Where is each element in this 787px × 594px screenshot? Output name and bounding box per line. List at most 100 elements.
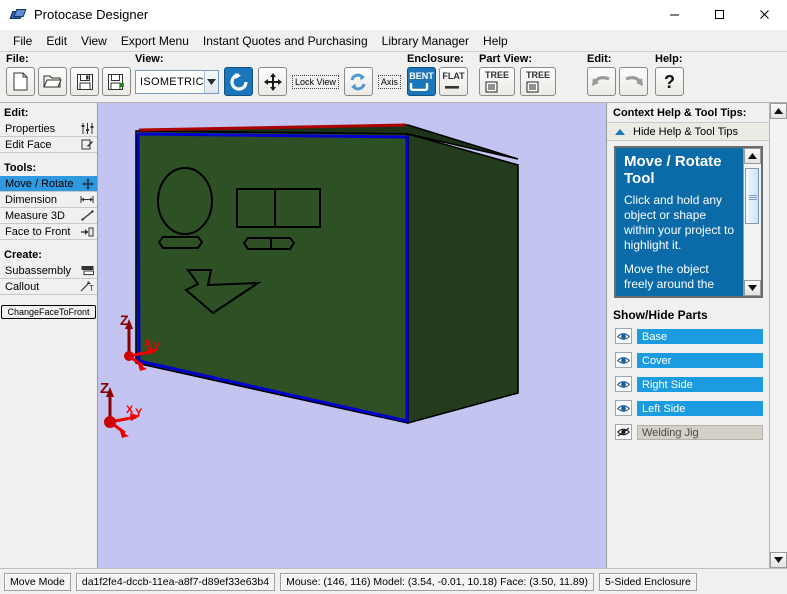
toolbar-group-help: Help: ? <box>653 52 684 103</box>
menu-file[interactable]: File <box>6 32 39 50</box>
tree-2-label: TREE <box>525 69 550 80</box>
hide-help-label: Hide Help & Tool Tips <box>633 125 738 138</box>
sidebar-item-face-to-front[interactable]: Face to Front <box>0 224 97 240</box>
lock-view-toggle[interactable]: Lock View <box>292 74 339 89</box>
question-mark-icon: ? <box>664 71 675 92</box>
eye-visible-icon[interactable] <box>615 352 632 368</box>
toolbar-help-label: Help: <box>655 53 683 65</box>
sidebar-item-edit-face[interactable]: Edit Face <box>0 137 97 153</box>
help-scroll-thumb[interactable] <box>745 168 759 224</box>
menu-library-manager[interactable]: Library Manager <box>375 32 476 50</box>
part-view-tree-2-button[interactable]: TREE <box>520 67 556 96</box>
toolbar-edit-label: Edit: <box>587 53 612 65</box>
menu-export[interactable]: Export Menu <box>114 32 196 50</box>
3d-viewport[interactable]: Z X Y Z X Y <box>98 103 607 568</box>
edit-face-icon <box>81 139 94 150</box>
status-mode: Move Mode <box>4 572 71 591</box>
panel-scroll-track[interactable] <box>770 119 787 552</box>
part-name-base[interactable]: Base <box>637 328 763 344</box>
sliders-icon <box>81 123 94 134</box>
part-row[interactable]: Base <box>607 328 769 344</box>
eye-visible-icon[interactable] <box>615 376 632 392</box>
menu-edit[interactable]: Edit <box>39 32 74 50</box>
sidebar-item-label: Dimension <box>5 193 57 206</box>
sidebar-tools-header: Tools: <box>4 162 37 174</box>
right-panel-scrollbar[interactable] <box>769 103 787 568</box>
view-orientation-value: ISOMETRIC <box>140 75 204 88</box>
toolbar-view-label: View: <box>135 53 164 65</box>
part-name-left-side[interactable]: Left Side <box>637 400 763 416</box>
close-icon[interactable] <box>742 0 787 30</box>
enclosure-bent-button[interactable]: BENT <box>407 67 436 96</box>
help-scroll-track[interactable] <box>744 164 761 280</box>
part-view-tree-1-button[interactable]: TREE <box>479 67 515 96</box>
redo-button[interactable] <box>619 67 648 96</box>
move-rotate-icon <box>82 177 94 190</box>
enclosure-flat-label: FLAT <box>442 71 465 81</box>
window-title: Protocase Designer <box>34 7 149 22</box>
sidebar-item-label: Move / Rotate <box>5 177 74 190</box>
right-panel: Context Help & Tool Tips: Hide Help & To… <box>607 103 787 568</box>
svg-text:X: X <box>144 338 152 350</box>
eye-visible-icon[interactable] <box>615 328 632 344</box>
help-button[interactable]: ? <box>655 67 684 96</box>
help-tip-paragraph-1: Click and hold any object or shape withi… <box>624 193 735 252</box>
left-sidebar: Edit: Properties Edit Face Tools: Move /… <box>0 103 98 568</box>
menu-instant-quotes[interactable]: Instant Quotes and Purchasing <box>196 32 375 50</box>
sidebar-item-move-rotate[interactable]: Move / Rotate <box>0 176 97 192</box>
maximize-icon[interactable] <box>697 0 742 30</box>
hide-help-toggle[interactable]: Hide Help & Tool Tips <box>607 122 769 141</box>
part-name-welding-jig[interactable]: Welding Jig <box>637 424 763 440</box>
menu-view[interactable]: View <box>74 32 114 50</box>
eye-hidden-icon[interactable] <box>615 424 632 440</box>
show-hide-parts-title: Show/Hide Parts <box>613 308 708 322</box>
callout-icon: T <box>80 281 94 292</box>
eye-visible-icon[interactable] <box>615 400 632 416</box>
application-window: Protocase Designer File Edit View Export… <box>0 0 787 594</box>
scroll-up-icon[interactable] <box>744 148 761 164</box>
sidebar-item-callout[interactable]: Callout T <box>0 279 97 295</box>
help-scrollbar[interactable] <box>743 148 761 296</box>
part-row[interactable]: Cover <box>607 352 769 368</box>
pan-view-button[interactable] <box>258 67 287 96</box>
refresh-view-button[interactable] <box>343 67 373 96</box>
chevron-up-icon <box>615 128 625 135</box>
part-name-right-side[interactable]: Right Side <box>637 376 763 392</box>
part-name-cover[interactable]: Cover <box>637 352 763 368</box>
part-row[interactable]: Welding Jig <box>607 424 769 440</box>
sidebar-item-subassembly[interactable]: Subassembly <box>0 263 97 279</box>
svg-text:Y: Y <box>135 407 143 419</box>
axis-toggle[interactable]: Axis <box>377 74 401 89</box>
menu-help[interactable]: Help <box>476 32 515 50</box>
open-file-button[interactable] <box>38 67 67 96</box>
help-tip-paragraph-2: Move the object freely around the <box>624 262 715 291</box>
help-tip-box: Move / Rotate Tool Click and hold any ob… <box>614 146 763 298</box>
sidebar-item-properties[interactable]: Properties <box>0 121 97 137</box>
svg-text:X: X <box>126 404 134 416</box>
new-file-button[interactable] <box>6 67 35 96</box>
chevron-down-icon <box>203 70 218 93</box>
sidebar-item-measure-3d[interactable]: Measure 3D <box>0 208 97 224</box>
status-bar: Move Mode da1f2fe4-dccb-11ea-a8f7-d89ef3… <box>0 568 787 594</box>
toolbar-file-label: File: <box>6 53 29 65</box>
main-body: Edit: Properties Edit Face Tools: Move /… <box>0 103 787 568</box>
panel-scroll-down-icon[interactable] <box>770 552 787 568</box>
save-as-button[interactable] <box>102 67 131 96</box>
part-row[interactable]: Left Side <box>607 400 769 416</box>
undo-button[interactable] <box>587 67 616 96</box>
view-orientation-select[interactable]: ISOMETRIC <box>135 69 219 94</box>
rotate-view-button[interactable] <box>224 67 253 96</box>
sidebar-create-header: Create: <box>4 249 42 261</box>
status-document-id: da1f2fe4-dccb-11ea-a8f7-d89ef33e63b4 <box>75 572 276 591</box>
part-row[interactable]: Right Side <box>607 376 769 392</box>
enclosure-3d-model: Z X Y Z X Y <box>100 123 519 438</box>
sidebar-item-label: Properties <box>5 122 56 135</box>
minimize-icon[interactable] <box>652 0 697 30</box>
sidebar-item-dimension[interactable]: Dimension <box>0 192 97 208</box>
toolbar-group-edit: Edit: <box>585 52 648 103</box>
change-face-to-front-button[interactable]: ChangeFaceToFront <box>1 305 96 319</box>
save-button[interactable] <box>70 67 99 96</box>
enclosure-flat-button[interactable]: FLAT <box>439 67 468 96</box>
panel-scroll-up-icon[interactable] <box>770 103 787 119</box>
scroll-down-icon[interactable] <box>744 280 761 296</box>
